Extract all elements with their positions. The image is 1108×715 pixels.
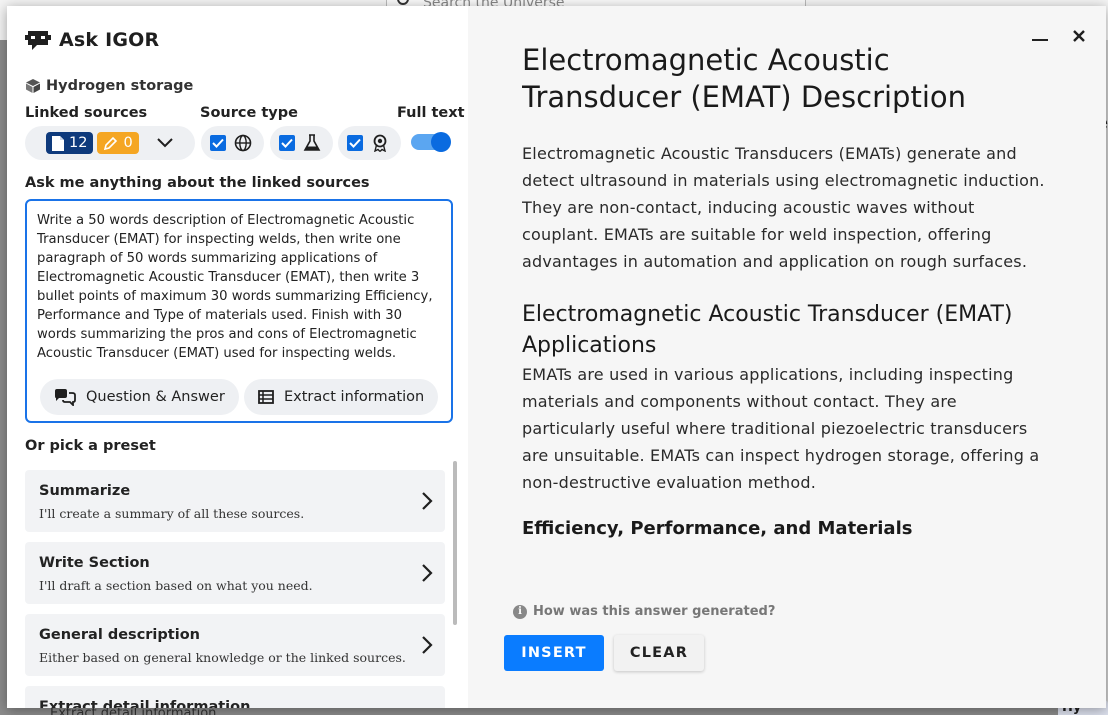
preset-title: Extract detail information: [39, 699, 251, 708]
preset-description: I'll create a summary of all these sourc…: [39, 506, 305, 521]
chat-bubbles-icon: [55, 389, 76, 406]
full-text-label: Full text: [397, 105, 465, 121]
extract-information-button[interactable]: Extract information: [244, 379, 439, 415]
question-answer-button[interactable]: Question & Answer: [40, 379, 239, 415]
ask-label: Ask me anything about the linked sources: [25, 175, 370, 191]
answer-heading-description: Electromagnetic Acoustic Transducer (EMA…: [522, 43, 967, 114]
pencil-icon: [104, 136, 118, 150]
clear-button[interactable]: CLEAR: [614, 635, 704, 671]
answer-heading-applications: Electromagnetic Acoustic Transducer (EMA…: [522, 302, 1013, 358]
source-type-science[interactable]: [270, 126, 333, 160]
linked-sources-label: Linked sources: [25, 105, 148, 121]
query-panel: Ask IGOR Hydrogen storage Linked sources…: [7, 6, 468, 708]
flask-icon: [303, 134, 321, 151]
answer-heading-efficiency: Efficiency, Performance, and Materials: [522, 518, 913, 539]
info-icon: i: [513, 604, 527, 619]
checkmark-icon: [212, 138, 224, 148]
table-list-icon: [258, 390, 274, 404]
note-count: 0: [123, 135, 133, 151]
insert-button[interactable]: INSERT: [504, 635, 604, 671]
preset-description: Either based on general knowledge or the…: [39, 650, 406, 665]
document-icon: [52, 135, 64, 151]
source-type-web[interactable]: [201, 126, 264, 160]
full-text-toggle[interactable]: [411, 132, 451, 152]
extract-information-label: Extract information: [284, 389, 425, 405]
patents-checkbox[interactable]: [347, 135, 363, 151]
query-textarea[interactable]: Write a 50 words description of Electrom…: [25, 199, 453, 423]
chevron-right-icon: [422, 564, 433, 582]
toggle-knob: [431, 132, 451, 152]
chevron-right-icon: [422, 492, 433, 510]
preset-label: Or pick a preset: [25, 438, 156, 454]
source-type-label: Source type: [200, 105, 298, 121]
answer-panel: Electromagnetic Acoustic Transducer (EMA…: [468, 6, 1106, 708]
award-icon: [373, 134, 387, 152]
chevron-down-icon[interactable]: [156, 138, 173, 148]
igor-robot-icon: [25, 31, 51, 50]
how-generated-link[interactable]: i How was this answer generated?: [513, 604, 775, 619]
project-indicator: Hydrogen storage: [25, 78, 193, 94]
answer-paragraph-description: Electromagnetic Acoustic Transducers (EM…: [522, 144, 1045, 271]
query-text[interactable]: Write a 50 words description of Electrom…: [37, 211, 441, 363]
chevron-right-icon: [422, 636, 433, 654]
preset-title: General description: [39, 627, 200, 643]
preset-extract-detail[interactable]: Extract detail information: [25, 686, 445, 708]
question-answer-label: Question & Answer: [86, 389, 225, 405]
preset-summarize[interactable]: Summarize I'll create a summary of all t…: [25, 470, 445, 532]
ask-igor-modal: Ask IGOR Hydrogen storage Linked sources…: [7, 6, 1106, 708]
project-name: Hydrogen storage: [46, 78, 194, 94]
linked-sources-selector[interactable]: 12 0: [25, 126, 195, 160]
close-icon: [1073, 30, 1085, 42]
preset-description: I'll draft a section based on what you n…: [39, 578, 313, 593]
checkmark-icon: [281, 138, 293, 148]
close-button[interactable]: [1072, 24, 1086, 48]
document-count: 12: [69, 135, 88, 151]
how-generated-label: How was this answer generated?: [533, 604, 776, 619]
panel-header: Ask IGOR: [25, 28, 159, 52]
note-count-badge: 0: [97, 132, 139, 154]
panel-title: Ask IGOR: [59, 29, 160, 51]
answer-paragraph-applications: EMATs are used in various applications, …: [522, 365, 1040, 492]
document-count-badge: 12: [46, 132, 94, 154]
checkmark-icon: [349, 138, 361, 148]
answer-content: Electromagnetic Acoustic Transducer (EMA…: [522, 42, 1052, 590]
web-checkbox[interactable]: [210, 135, 226, 151]
preset-title: Write Section: [39, 555, 150, 571]
preset-list: Summarize I'll create a summary of all t…: [25, 470, 445, 708]
search-icon: [397, 0, 409, 5]
science-checkbox[interactable]: [279, 135, 295, 151]
minimize-button[interactable]: [1032, 39, 1048, 41]
preset-general-description[interactable]: General description Either based on gene…: [25, 614, 445, 676]
preset-write-section[interactable]: Write Section I'll draft a section based…: [25, 542, 445, 604]
preset-title: Summarize: [39, 483, 131, 499]
preset-scrollbar[interactable]: [453, 461, 457, 625]
globe-icon: [234, 134, 252, 152]
source-type-patents[interactable]: [338, 126, 401, 160]
cube-icon: [26, 79, 40, 93]
